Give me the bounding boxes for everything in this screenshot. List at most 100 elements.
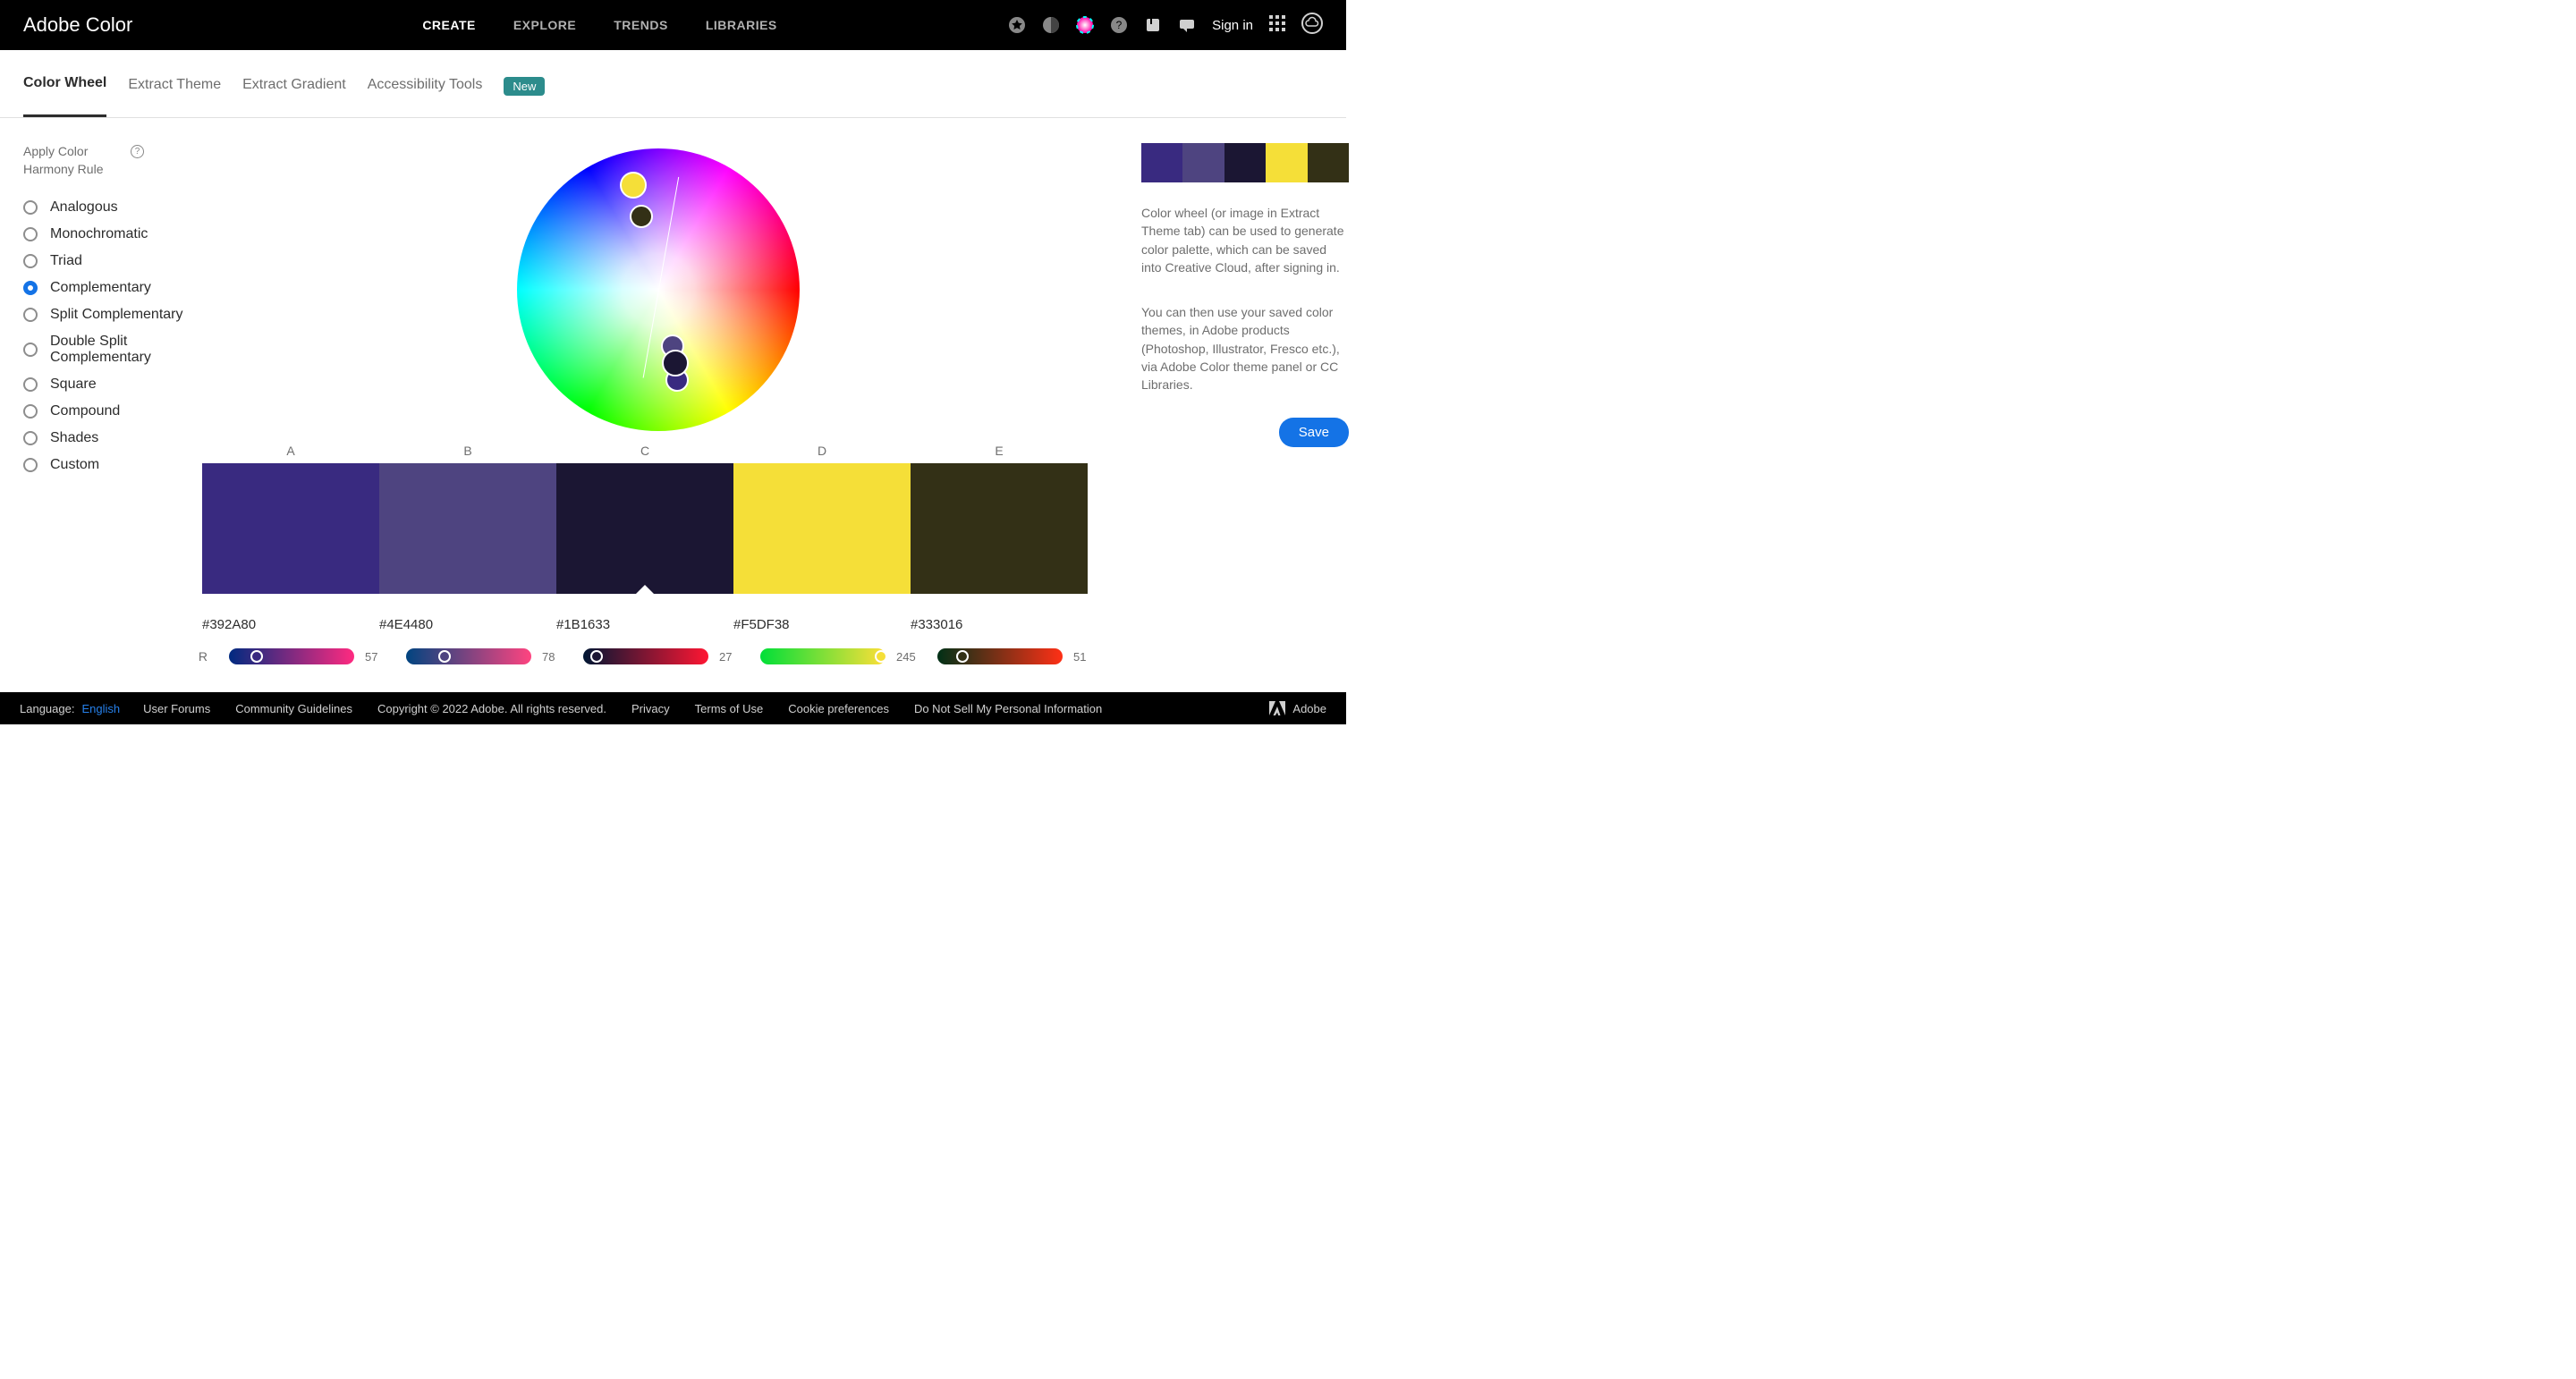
radio-icon — [23, 308, 38, 322]
mini-swatch-item[interactable] — [1182, 143, 1224, 182]
swatch[interactable] — [911, 463, 1088, 594]
rule-monochromatic[interactable]: Monochromatic — [23, 226, 202, 242]
slider-value[interactable]: 245 — [896, 650, 916, 664]
r-slider[interactable] — [583, 648, 708, 664]
hex-value[interactable]: #1B1633 — [556, 617, 733, 632]
slider-knob[interactable] — [438, 650, 451, 663]
star-icon[interactable] — [1008, 16, 1026, 34]
swatch[interactable] — [202, 463, 379, 594]
radio-icon — [23, 281, 38, 295]
language-value[interactable]: English — [81, 702, 120, 715]
slider-value[interactable]: 57 — [365, 650, 377, 664]
wheel-handle[interactable] — [630, 205, 653, 228]
hex-value[interactable]: #392A80 — [202, 617, 379, 632]
help-icon[interactable]: ? — [131, 145, 144, 158]
tab-extract-theme[interactable]: Extract Theme — [128, 77, 221, 116]
nav-trends[interactable]: TRENDS — [614, 18, 668, 32]
chat-icon[interactable] — [1178, 16, 1196, 34]
rule-label: Analogous — [50, 199, 118, 216]
footer-link[interactable]: Privacy — [631, 702, 670, 715]
color-adobe-icon[interactable] — [1076, 16, 1094, 34]
sub-tabs: Color Wheel Extract Theme Extract Gradie… — [0, 50, 1346, 118]
slider-cell: 57 — [229, 648, 406, 664]
rule-label: Triad — [50, 253, 82, 269]
color-wheel[interactable] — [517, 148, 800, 431]
top-nav: CREATE EXPLORE TRENDS LIBRARIES — [422, 18, 776, 32]
r-slider[interactable] — [229, 648, 354, 664]
hex-value[interactable]: #4E4480 — [379, 617, 556, 632]
swatch-label: C — [556, 444, 733, 458]
slider-knob[interactable] — [875, 650, 887, 663]
rule-compound[interactable]: Compound — [23, 403, 202, 419]
creative-cloud-icon[interactable] — [1301, 13, 1323, 38]
nav-create[interactable]: CREATE — [422, 18, 476, 32]
rule-label: Double Split Complementary — [50, 334, 202, 366]
hex-value[interactable]: #333016 — [911, 617, 1088, 632]
mini-swatch-item[interactable] — [1308, 143, 1349, 182]
sign-in-link[interactable]: Sign in — [1212, 18, 1253, 33]
mini-swatch-item[interactable] — [1224, 143, 1266, 182]
radio-icon — [23, 227, 38, 241]
rule-split-complementary[interactable]: Split Complementary — [23, 307, 202, 323]
right-panel: Color wheel (or image in Extract Theme t… — [1141, 143, 1349, 664]
footer-link[interactable]: Community Guidelines — [235, 702, 352, 715]
radio-icon — [23, 254, 38, 268]
r-slider[interactable] — [937, 648, 1063, 664]
slider-value[interactable]: 27 — [719, 650, 732, 664]
main: Apply Color Harmony Rule ? Analogous Mono… — [0, 118, 1346, 664]
apps-icon[interactable] — [1269, 15, 1285, 36]
rule-custom[interactable]: Custom — [23, 457, 202, 473]
swatch[interactable] — [379, 463, 556, 594]
swatch-label: E — [911, 444, 1088, 458]
rule-complementary[interactable]: Complementary — [23, 280, 202, 296]
swatch[interactable] — [733, 463, 911, 594]
help-icon[interactable]: ? — [1110, 16, 1128, 34]
slider-value[interactable]: 78 — [542, 650, 555, 664]
contrast-icon[interactable] — [1042, 16, 1060, 34]
r-slider[interactable] — [406, 648, 531, 664]
svg-text:?: ? — [1116, 19, 1123, 31]
radio-icon — [23, 377, 38, 392]
slider-knob[interactable] — [250, 650, 263, 663]
footer-link[interactable]: Cookie preferences — [788, 702, 889, 715]
swatch-row — [202, 463, 1114, 594]
wheel-handle[interactable] — [620, 172, 647, 199]
rule-square[interactable]: Square — [23, 376, 202, 393]
slider-cell: 245 — [760, 648, 937, 664]
nav-explore[interactable]: EXPLORE — [513, 18, 576, 32]
slider-knob[interactable] — [956, 650, 969, 663]
slider-row: R 57782724551 — [202, 648, 1114, 664]
rule-double-split-complementary[interactable]: Double Split Complementary — [23, 334, 202, 366]
footer-link[interactable]: Do Not Sell My Personal Information — [914, 702, 1102, 715]
tab-extract-gradient[interactable]: Extract Gradient — [242, 77, 346, 116]
r-slider[interactable] — [760, 648, 886, 664]
slider-cell: 27 — [583, 648, 760, 664]
swatch-label: A — [202, 444, 379, 458]
rule-analogous[interactable]: Analogous — [23, 199, 202, 216]
swatch[interactable] — [556, 463, 733, 594]
mini-swatch-item[interactable] — [1266, 143, 1307, 182]
harmony-heading-text: Apply Color Harmony Rule — [23, 143, 122, 178]
rule-label: Monochromatic — [50, 226, 148, 242]
tab-accessibility[interactable]: Accessibility Tools — [368, 77, 483, 116]
footer-link[interactable]: Copyright © 2022 Adobe. All rights reser… — [377, 702, 606, 715]
footer: Language: English User ForumsCommunity G… — [0, 692, 1346, 724]
rule-shades[interactable]: Shades — [23, 430, 202, 446]
save-button[interactable]: Save — [1279, 418, 1349, 447]
hex-value[interactable]: #F5DF38 — [733, 617, 911, 632]
slider-knob[interactable] — [590, 650, 603, 663]
wheel-handle[interactable] — [662, 350, 689, 376]
footer-link[interactable]: Terms of Use — [695, 702, 764, 715]
center-panel: ABCDE #392A80#4E4480#1B1633#F5DF38#33301… — [202, 143, 1114, 664]
notification-icon[interactable] — [1144, 16, 1162, 34]
logo[interactable]: Adobe Color — [23, 13, 132, 37]
mini-swatch-item[interactable] — [1141, 143, 1182, 182]
rule-triad[interactable]: Triad — [23, 253, 202, 269]
adobe-brand[interactable]: Adobe — [1269, 701, 1326, 715]
tab-color-wheel[interactable]: Color Wheel — [23, 75, 106, 117]
radio-icon — [23, 404, 38, 419]
footer-link[interactable]: User Forums — [143, 702, 210, 715]
swatch-label: B — [379, 444, 556, 458]
nav-libraries[interactable]: LIBRARIES — [706, 18, 777, 32]
slider-value[interactable]: 51 — [1073, 650, 1086, 664]
